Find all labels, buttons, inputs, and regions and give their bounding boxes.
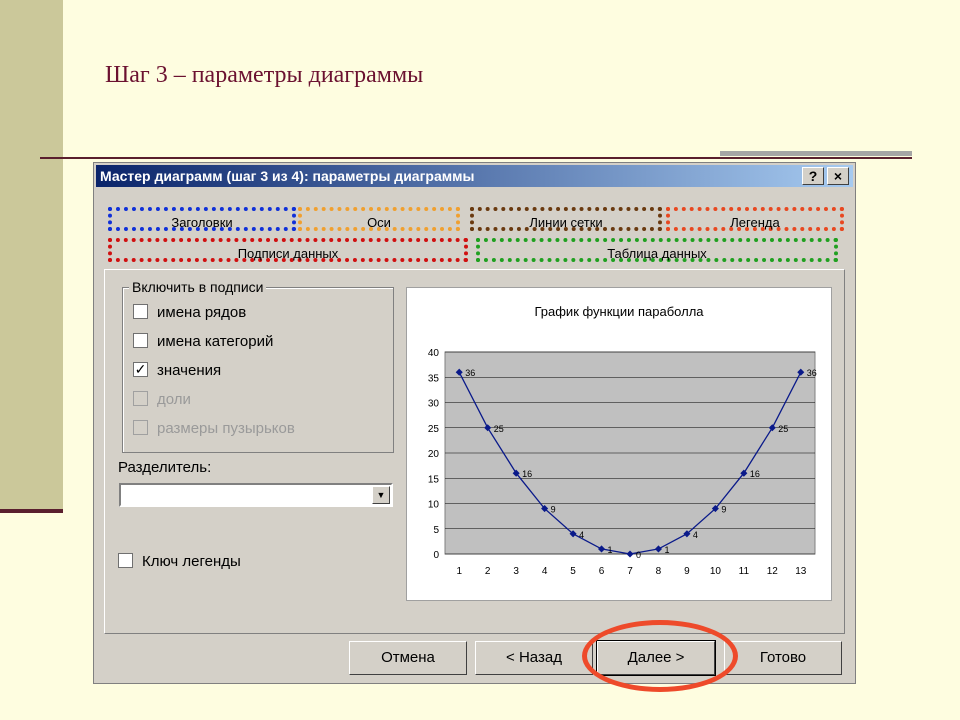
group-title: Включить в подписи	[129, 279, 267, 295]
y-tick-label: 20	[428, 449, 440, 460]
data-label: 1	[664, 545, 669, 555]
x-tick-label: 10	[710, 566, 722, 577]
bubble-sizes-checkbox	[133, 419, 148, 435]
slide-left-bar-rule	[0, 509, 63, 513]
option-bubble-sizes: размеры пузырьков	[133, 419, 295, 440]
finish-button[interactable]: Готово	[724, 641, 842, 675]
data-label: 9	[721, 505, 726, 515]
values-checkbox[interactable]: ✓	[133, 361, 148, 377]
y-tick-label: 30	[428, 399, 440, 410]
x-tick-label: 11	[739, 566, 750, 577]
x-tick-label: 13	[795, 566, 807, 577]
back-button[interactable]: < Назад	[475, 641, 593, 675]
x-tick-label: 4	[542, 566, 548, 577]
slide-title: Шаг 3 – параметры диаграммы	[105, 62, 424, 88]
chart-svg: График функции параболла0510152025303540…	[428, 304, 817, 577]
data-label: 25	[494, 424, 504, 434]
data-label: 1	[608, 545, 613, 555]
x-tick-label: 1	[456, 566, 462, 577]
dialog-title: Мастер диаграмм (шаг 3 из 4): параметры …	[100, 168, 475, 184]
tab-data-labels[interactable]: Подписи данных	[108, 238, 468, 262]
x-tick-label: 2	[485, 566, 491, 577]
title-rule-accent	[720, 151, 912, 156]
x-tick-label: 3	[513, 566, 519, 577]
dialog-titlebar[interactable]: Мастер диаграмм (шаг 3 из 4): параметры …	[96, 165, 853, 187]
title-rule	[40, 157, 720, 159]
data-label: 16	[750, 469, 760, 479]
separator-label: Разделитель:	[118, 459, 212, 476]
y-tick-label: 0	[433, 550, 439, 561]
tab-titles[interactable]: Заголовки	[108, 207, 296, 231]
y-tick-label: 15	[428, 474, 440, 485]
option-values[interactable]: ✓ значения	[133, 361, 222, 382]
y-tick-label: 10	[428, 500, 440, 511]
data-label: 36	[807, 368, 817, 378]
option-label: значения	[157, 362, 222, 379]
chart-title: График функции параболла	[534, 304, 704, 319]
slide-left-bar	[0, 0, 63, 512]
x-tick-label: 8	[656, 566, 662, 577]
option-percentages: доли	[133, 390, 191, 411]
tab-legend[interactable]: Легенда	[666, 207, 844, 231]
y-tick-label: 5	[433, 525, 439, 536]
option-label: доли	[157, 391, 191, 408]
data-label: 36	[465, 368, 475, 378]
y-tick-label: 35	[428, 373, 440, 384]
cancel-button[interactable]: Отмена	[349, 641, 467, 675]
chart-wizard-dialog: Мастер диаграмм (шаг 3 из 4): параметры …	[93, 162, 856, 684]
option-label: размеры пузырьков	[157, 420, 295, 437]
chart-preview: График функции параболла 0 5 10 15 20 25 30 35 40…	[406, 287, 832, 601]
data-label: 4	[693, 530, 698, 540]
legend-key-label: Ключ легенды	[142, 553, 241, 570]
option-series-names[interactable]: имена рядов	[133, 303, 247, 324]
tab-data-table[interactable]: Таблица данных	[476, 238, 838, 262]
x-tick-label: 6	[599, 566, 605, 577]
include-labels-group: Включить в подписи имена рядов имена кат…	[122, 279, 394, 453]
option-legend-key[interactable]: Ключ легенды	[118, 552, 241, 570]
option-category-names[interactable]: имена категорий	[133, 332, 274, 353]
option-label: имена рядов	[157, 304, 247, 321]
data-label: 25	[778, 424, 788, 434]
data-label: 16	[522, 469, 532, 479]
data-label: 4	[579, 530, 584, 540]
category-names-checkbox[interactable]	[133, 332, 148, 348]
title-rule-right	[720, 157, 912, 159]
data-label: 9	[551, 505, 556, 515]
tab-gridlines[interactable]: Линии сетки	[470, 207, 662, 231]
y-tick-label: 25	[428, 424, 440, 435]
separator-select[interactable]: ▼	[119, 483, 393, 507]
option-label: имена категорий	[157, 333, 274, 350]
help-button[interactable]: ?	[802, 167, 824, 185]
chevron-down-icon[interactable]: ▼	[372, 486, 390, 504]
x-tick-label: 12	[767, 566, 779, 577]
x-tick-label: 7	[627, 566, 633, 577]
tab-axes[interactable]: Оси	[298, 207, 460, 231]
next-button-highlight	[582, 620, 738, 692]
percentages-checkbox	[133, 390, 148, 406]
y-tick-label: 40	[428, 348, 440, 359]
x-tick-label: 9	[684, 566, 690, 577]
data-label: 0	[636, 550, 641, 560]
x-tick-label: 5	[570, 566, 576, 577]
series-names-checkbox[interactable]	[133, 303, 148, 319]
legend-key-checkbox[interactable]	[118, 552, 133, 568]
close-button[interactable]: ×	[827, 167, 849, 185]
